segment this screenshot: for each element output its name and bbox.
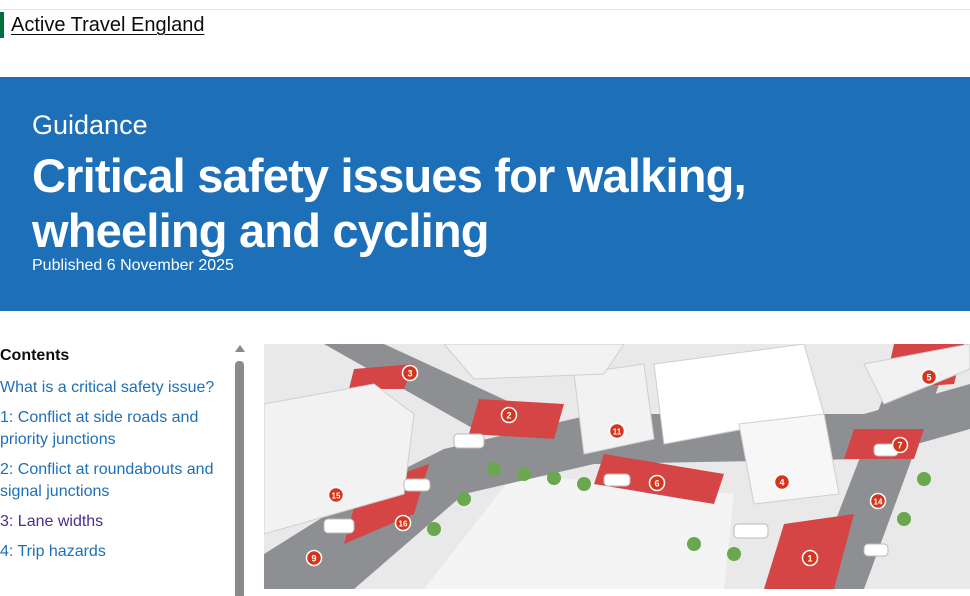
hazard-marker: 6 — [648, 474, 666, 492]
tree-icon — [917, 472, 931, 486]
contents-link-trip-hazards[interactable]: 4: Trip hazards — [0, 543, 106, 560]
svg-text:3: 3 — [407, 369, 412, 379]
contents-list: What is a critical safety issue? 1: Conf… — [0, 377, 215, 571]
tree-icon — [427, 522, 441, 536]
hazard-marker: 9 — [305, 549, 323, 567]
contents-item: 3: Lane widths — [0, 511, 215, 533]
hazard-marker: 15 — [327, 486, 345, 504]
contents-heading: Contents — [0, 347, 70, 364]
svg-text:7: 7 — [897, 441, 902, 451]
svg-text:14: 14 — [874, 498, 883, 507]
car-icon — [603, 473, 631, 487]
hazard-marker: 14 — [869, 492, 887, 510]
contents-link-roundabouts[interactable]: 2: Conflict at roundabouts and signal ju… — [0, 461, 213, 500]
hazard-marker: 1 — [801, 549, 819, 567]
hazard-marker: 7 — [891, 436, 909, 454]
van-icon — [323, 518, 355, 534]
svg-text:5: 5 — [926, 373, 931, 383]
hazard-marker: 16 — [394, 514, 412, 532]
svg-text:1: 1 — [807, 554, 812, 564]
tree-icon — [457, 492, 471, 506]
svg-text:15: 15 — [332, 492, 341, 501]
contents-scrollbar[interactable] — [234, 345, 246, 596]
svg-text:2: 2 — [506, 411, 511, 421]
hazard-marker: 5 — [920, 368, 938, 386]
page-title: Critical safety issues for walking, whee… — [32, 149, 747, 257]
hazard-marker: 4 — [773, 473, 791, 491]
car-icon — [453, 433, 485, 449]
contents-item: What is a critical safety issue? — [0, 377, 215, 399]
tree-icon — [577, 477, 591, 491]
contents-item: 2: Conflict at roundabouts and signal ju… — [0, 459, 215, 503]
street-safety-illustration: 1 2 3 4 5 6 7 9 11 14 15 16 — [264, 344, 970, 589]
street-illustration-svg: 1 2 3 4 5 6 7 9 11 14 15 16 — [264, 344, 970, 589]
svg-text:4: 4 — [779, 478, 784, 488]
hazard-marker: 11 — [608, 422, 626, 440]
van-icon — [733, 523, 769, 539]
contents-item: 1: Conflict at side roads and priority j… — [0, 407, 215, 451]
contents-link-critical-safety-issue[interactable]: What is a critical safety issue? — [0, 379, 214, 396]
tree-icon — [687, 537, 701, 551]
organisation-link[interactable]: Active Travel England — [11, 14, 204, 37]
svg-text:11: 11 — [613, 428, 622, 437]
tree-icon — [487, 462, 501, 476]
building-north — [443, 344, 625, 380]
building-centre — [573, 363, 655, 455]
scroll-up-arrow-icon[interactable] — [235, 345, 245, 352]
tree-icon — [727, 547, 741, 561]
document-type-caption: Guidance — [32, 110, 148, 140]
svg-text:16: 16 — [399, 520, 408, 529]
published-date: Published 6 November 2025 — [32, 257, 234, 274]
contents-link-side-roads[interactable]: 1: Conflict at side roads and priority j… — [0, 409, 198, 448]
title-banner: Guidance Critical safety issues for walk… — [0, 77, 970, 311]
hazard-zone-junction — [469, 399, 564, 439]
svg-text:9: 9 — [311, 554, 316, 564]
hazard-marker: 3 — [401, 364, 419, 382]
contents-link-lane-widths[interactable]: 3: Lane widths — [0, 513, 103, 530]
car-icon — [863, 543, 889, 557]
building-corner — [738, 413, 840, 505]
tree-icon — [897, 512, 911, 526]
svg-text:6: 6 — [654, 479, 659, 489]
car-icon — [403, 478, 431, 492]
tree-icon — [547, 471, 561, 485]
scrollbar-thumb[interactable] — [235, 361, 244, 596]
tree-icon — [517, 467, 531, 481]
contents-item: 4: Trip hazards — [0, 541, 215, 563]
organisation-colour-bar — [0, 12, 4, 38]
top-divider — [0, 9, 970, 10]
hazard-marker: 2 — [500, 406, 518, 424]
